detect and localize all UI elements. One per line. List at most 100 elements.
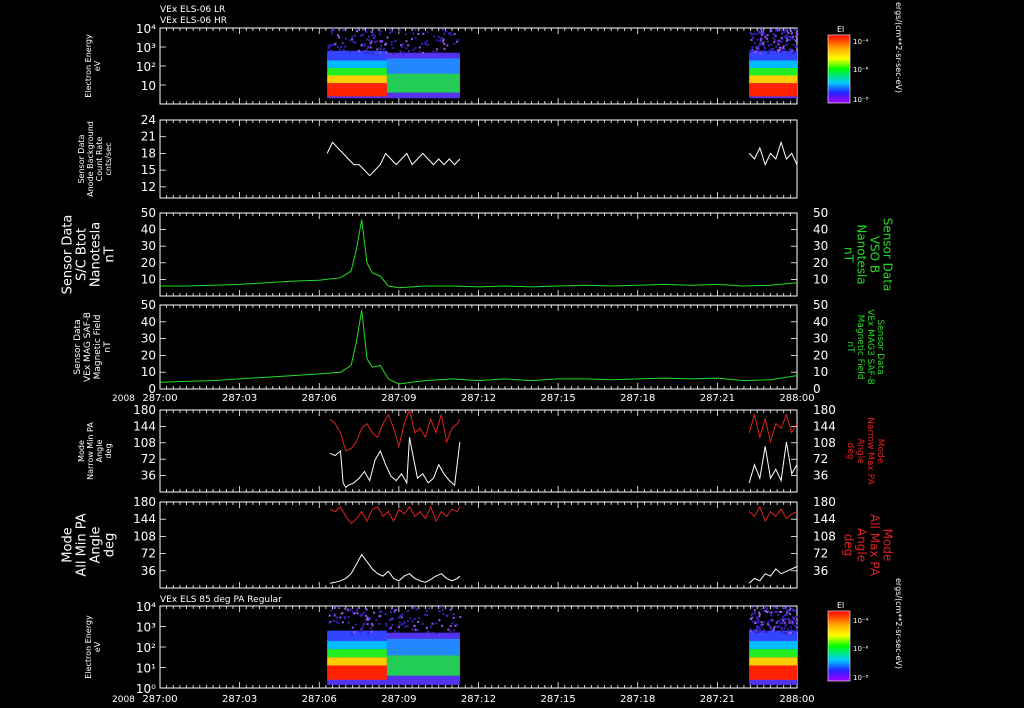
panel-5-series-1-line — [748, 441, 798, 484]
panel-7-spectrogram-pixel — [751, 612, 754, 615]
panel-1-spectrogram-pixel — [795, 32, 798, 35]
panel-7-spectrogram-pixel — [760, 621, 763, 624]
panel-7-spectrogram-pixel — [413, 606, 416, 609]
panel-6-ytick-label: 144 — [133, 512, 156, 526]
panel-1-spectrogram-pixel — [770, 30, 773, 33]
panel-1-spectrogram-band — [327, 50, 387, 61]
panel-7-spectrogram-pixel — [778, 610, 781, 613]
time-axis-label-bottom: 287:09 — [381, 694, 416, 705]
panel-7-spectrogram-pixel — [784, 623, 787, 626]
panel-5-ytick-label-right: 36 — [813, 469, 828, 483]
panel-1-spectrogram-pixel — [362, 33, 365, 36]
panel-7-spectrogram-pixel — [409, 617, 412, 620]
panel-1-spectrogram-pixel — [363, 28, 366, 31]
panel-1-spectrogram-pixel — [775, 45, 778, 48]
panel-7-spectrogram-pixel — [367, 632, 370, 635]
panel-7-spectrogram-pixel — [783, 614, 786, 617]
panel-6-ylabel-line: Angle — [88, 527, 103, 564]
header-line-2: VEx ELS-06 HR — [160, 16, 227, 26]
panel-7-spectrogram-pixel — [447, 628, 450, 631]
panel-1-spectrogram-pixel — [794, 51, 797, 54]
panel-1-spectrogram-pixel — [790, 32, 793, 35]
panel-2-ytick-label: 21 — [141, 130, 156, 144]
panel-7-ytick-label: 10⁴ — [136, 600, 156, 614]
panel-1-spectrogram-pixel — [402, 43, 405, 46]
panel-1-frame — [159, 27, 798, 105]
panel-1-spectrogram-pixel — [386, 36, 389, 39]
panel-1-spectrogram-pixel — [417, 32, 420, 35]
panel-7-spectrogram-pixel — [328, 614, 331, 617]
panel-2-ylabel-line: Sensor Data — [77, 134, 86, 183]
panel-1-spectrogram-pixel — [760, 33, 763, 36]
panel-7-spectrogram-pixel — [794, 616, 797, 619]
panel-1-spectrogram-pixel — [764, 36, 767, 39]
panel-7-spectrogram-pixel — [758, 611, 761, 614]
panel-1-spectrogram-pixel — [337, 34, 340, 37]
panel-7-spectrogram-pixel — [452, 616, 455, 619]
panel-6-series-2-line — [748, 505, 798, 523]
panel-7-spectrogram-pixel — [438, 619, 441, 622]
panel-7-spectrogram-pixel — [758, 615, 761, 618]
panel-1-spectrogram-pixel — [391, 47, 394, 50]
panel-5-ylabel-right: ModeNarrow Max PAAngledeg — [845, 417, 885, 485]
panel-5-ytick-label-right: 108 — [813, 436, 836, 450]
panel-7-spectrogram-pixel — [759, 630, 762, 633]
panel-1-spectrogram-pixel — [367, 51, 370, 54]
panel-7-spectrogram-pixel — [749, 617, 752, 620]
panel-7-spectrogram-pixel — [778, 619, 781, 622]
panel-7-spectrogram-pixel — [350, 608, 353, 611]
panel-7-spectrogram-pixel — [452, 613, 455, 616]
panel-7-spectrogram-band — [749, 640, 797, 650]
panel-5-frame — [159, 409, 798, 493]
panel-1-spectrogram-pixel — [791, 35, 794, 38]
panel-1-spectrogram-pixel — [783, 48, 786, 51]
panel-1-spectrogram-pixel — [352, 41, 355, 44]
panel-7-spectrogram-pixel — [350, 632, 353, 635]
panel-7-spectrogram-pixel — [389, 611, 392, 614]
colorbar-top-label: El — [837, 25, 844, 34]
panel-1-spectrogram-pixel — [779, 40, 782, 43]
panel7-title: VEx ELS 85 deg PA Regular — [160, 595, 282, 605]
panel-7-spectrogram-pixel — [365, 614, 368, 617]
panel-1-spectrogram-pixel — [340, 45, 343, 48]
panel-1-spectrogram-pixel — [388, 28, 391, 31]
colorbar-top-unit: ergs/(cm**2-sr-sec-eV) — [894, 2, 903, 93]
panel-1-spectrogram-pixel — [777, 43, 780, 46]
panel-7-spectrogram-band — [386, 655, 460, 676]
panel-4-series-1-line — [159, 309, 798, 385]
panel-1-spectrogram-pixel — [370, 40, 373, 43]
panel-7-spectrogram-pixel — [427, 630, 430, 633]
panel-7-spectrogram-band — [327, 630, 387, 641]
panel-7-spectrogram-pixel — [393, 611, 396, 614]
panel-7-spectrogram-pixel — [421, 623, 424, 626]
panel-1-spectrogram-pixel — [767, 44, 770, 47]
panel-7-spectrogram-pixel — [789, 618, 792, 621]
panel-5-ylabel-right-line: Narrow Max PA — [865, 417, 875, 485]
panel-1-spectrogram-pixel — [360, 44, 363, 47]
panel-4-ylabel-right: Sensor DataVEx MAG3 SAF-BMagnetic Fieldn… — [845, 309, 885, 385]
year-label-bottom: 2008 — [112, 695, 135, 705]
panel-7-ytick-label: 10¹ — [136, 662, 156, 676]
panel-7-spectrogram-pixel — [440, 606, 443, 609]
panel-1-spectrogram-pixel — [426, 30, 429, 33]
panel-1-spectrogram-pixel — [394, 39, 397, 42]
panel-7-spectrogram-pixel — [351, 626, 354, 629]
panel-3-ytick-label-right: 10 — [813, 272, 828, 286]
panel-1-spectrogram-pixel — [373, 41, 376, 44]
panel-1-spectrogram-pixel — [412, 32, 415, 35]
panel-1-spectrogram-pixel — [443, 42, 446, 45]
panel-7-spectrogram-pixel — [776, 610, 779, 613]
panel-7-spectrogram-pixel — [431, 622, 434, 625]
panel-6-ylabel-right-line: Mode — [881, 529, 895, 562]
panel-7-spectrogram-pixel — [769, 628, 772, 631]
panel-7-spectrogram-pixel — [754, 622, 757, 625]
time-axis-label-bottom: 287:03 — [222, 694, 257, 705]
panel-1-spectrogram-band — [386, 73, 460, 93]
panel-1-spectrogram-pixel — [758, 44, 761, 47]
panel-1-ytick-label: 10⁴ — [136, 22, 156, 36]
panel-1-spectrogram-pixel — [390, 40, 393, 43]
panel-1-spectrogram-pixel — [795, 45, 798, 48]
panel-3-ylabel-line: Nanotesla — [88, 222, 103, 287]
panel-7-spectrogram-pixel — [398, 616, 401, 619]
panel-6-ytick-label-right: 36 — [813, 564, 828, 578]
